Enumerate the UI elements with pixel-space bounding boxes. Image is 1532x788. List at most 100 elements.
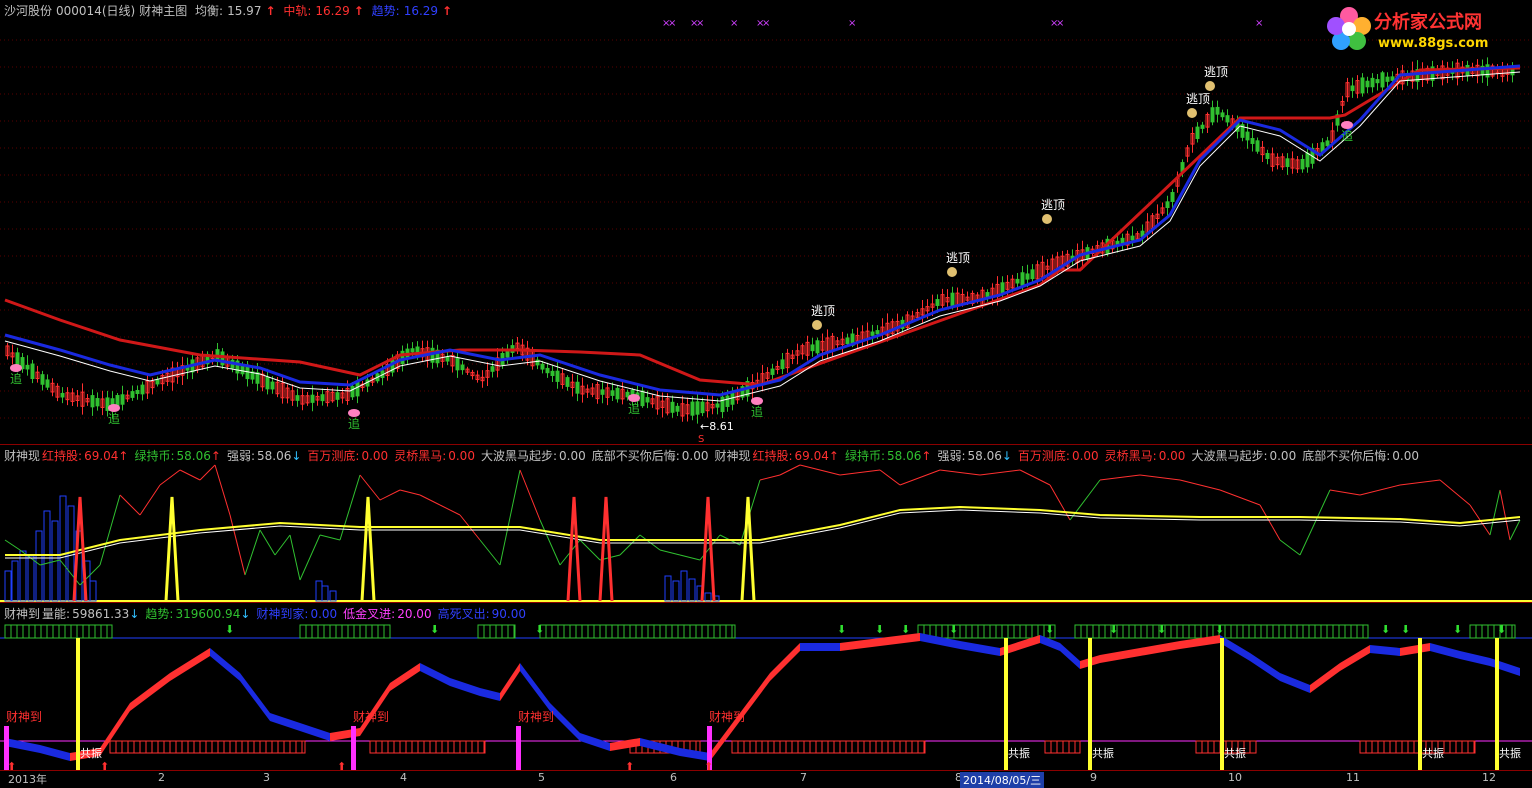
main-candlestick-chart[interactable]: 逃顶逃顶逃顶逃顶逃顶追追 追追 追追←8.61S×× ×× × ×× × ×× × (0, 0, 1532, 444)
candle-body (1370, 77, 1375, 88)
indicator-field: 强弱: (226, 449, 255, 463)
candle-body (1165, 201, 1170, 209)
ribbon-segment (5, 738, 40, 753)
indicator-field: 底部不买你后悔: (591, 449, 680, 463)
money-bag-icon (947, 267, 957, 277)
volume-bar (27, 555, 35, 602)
indicator-field: 底部不买你后悔: (1302, 449, 1391, 463)
chase-label: 追 (108, 411, 120, 426)
candle-body (245, 366, 250, 380)
oscillator-segment (359, 474, 381, 501)
oscillator-segment (274, 534, 291, 556)
money-bag-icon (1042, 214, 1052, 224)
indicator-panel-caishen[interactable]: 财神现 红持股: 69.04↑ 绿持币: 58.06↑ 强弱: 58.06↓ 百万测底: 0.0… (0, 444, 1532, 603)
god-arrives-label: 财神到 (6, 710, 42, 724)
indicator-value: 0.00 (1392, 449, 1419, 463)
indicator-field: 高死叉出: (437, 607, 490, 621)
oscillator-segment (499, 469, 521, 566)
oscillator-segment (1299, 489, 1331, 556)
indicator-field: 强弱: (937, 449, 966, 463)
resonance-band (1469, 624, 1516, 639)
volume-bar (59, 495, 67, 602)
low-price-label: ←8.61 (700, 420, 734, 433)
signal-spike (360, 496, 376, 602)
oscillator-segment (979, 469, 1021, 476)
ribbon-segment (390, 663, 420, 691)
ribbon-segment (40, 745, 70, 761)
candle-body (770, 368, 775, 375)
signal-spike (164, 496, 180, 602)
chase-label: 追 (751, 404, 763, 419)
down-arrow-icon: ↓ (240, 607, 251, 621)
candle-body (845, 337, 850, 345)
oscillator-segment (519, 469, 541, 521)
resonance-band (539, 624, 736, 639)
time-axis-label: 6 (670, 771, 677, 784)
oscillator-segment (139, 484, 161, 516)
candle-body (815, 340, 820, 354)
volume-bar (315, 580, 323, 602)
indicator-panel-caishendao[interactable]: ⬇ ⬇ ⬇ ⬇ ⬇ ⬇ ⬇ ⬇ ⬇ ⬇ ⬇ ⬇ ⬇ ⬇ ⬇ 共振 共振 共振 共振 共振 共振 财神到 财神到 财神到 财神到 ⬆… (0, 602, 1532, 771)
oscillator-segment (1019, 469, 1051, 486)
ribbon-segment (1310, 663, 1340, 693)
candle-body (505, 350, 510, 358)
x-mark-icon: × (848, 18, 856, 29)
ribbon-segment (240, 673, 270, 721)
candle-body (675, 405, 680, 412)
trend-label: 趋势: (371, 4, 400, 18)
candle-body (810, 344, 815, 352)
down-arrow-icon: ⬇ (1109, 623, 1118, 636)
caishendao-indicator-chart[interactable]: ⬇ ⬇ ⬇ ⬇ ⬇ ⬇ ⬇ ⬇ ⬇ ⬇ ⬇ ⬇ ⬇ ⬇ ⬇共振 共振 共振 共振 共振 共振财神到 财神到 财神到 财神到⬆… (0, 603, 1532, 771)
candle-body (610, 390, 615, 396)
ribbon-segment (1100, 648, 1140, 663)
god-arrives-label: 财神到 (709, 710, 745, 724)
ribbon-segment (1490, 658, 1520, 676)
indicator-field: 绿持币: (844, 449, 886, 463)
candle-body (30, 363, 35, 380)
volume-bar (11, 560, 19, 602)
ribbon-segment (270, 713, 300, 731)
caishen-indicator-chart[interactable] (0, 445, 1532, 603)
candle-body (670, 401, 675, 413)
ribbon-segment (800, 643, 840, 651)
diamond-icon (10, 364, 22, 372)
oscillator-segment (939, 469, 981, 476)
candle-body (1025, 273, 1030, 280)
down-arrow-icon: ⬇ (1045, 623, 1054, 636)
indicator-value: 0.00 (1071, 449, 1099, 463)
brand-logo: 分析家公式网 www.88gs.com (1326, 4, 1526, 56)
x-mark-icon: × (730, 18, 738, 29)
candle-body (1200, 124, 1205, 129)
down-arrow-icon: ⬇ (837, 623, 846, 636)
oscillator-segment (1499, 489, 1511, 541)
escape-top-label: 逃顶 (1204, 65, 1228, 79)
oscillator-segment (159, 469, 181, 486)
candle-body (1360, 77, 1365, 94)
oscillator-segment (619, 534, 641, 556)
time-axis: 2013年 2 3 4 5 6 7 8 9 10 11 12 2014/08/05/三 (0, 770, 1532, 788)
oscillator-segment (214, 464, 231, 516)
indicator1-header: 财神现 红持股: 69.04↑ 绿持币: 58.06↑ 强弱: 58.06↓ 百万测底: 0.0… (4, 448, 1425, 464)
candle-body (320, 394, 325, 402)
indicator-value: 0.00 (681, 449, 709, 463)
main-chart-panel[interactable]: 逃顶 逃顶 逃顶 逃顶 逃顶追追追追追追 ←8.61 S × × × × × × × × × × × 沙河股份 00… (0, 0, 1532, 444)
oscillator-segment (4, 539, 21, 551)
ribbon-segment (300, 723, 330, 741)
candle-body (445, 356, 450, 362)
indicator-title: 财神主图 (139, 4, 188, 18)
up-arrow-icon: ↑ (353, 4, 364, 18)
candle-body (1130, 235, 1135, 241)
candle-body (455, 357, 460, 371)
god-arrives-bar (351, 726, 356, 771)
brand-title: 分析家公式网 (1374, 12, 1482, 33)
candle-body (490, 366, 495, 372)
candle-body (600, 389, 605, 395)
ribbon-segment (480, 688, 500, 701)
indicator-value: 0.00 (1269, 449, 1297, 463)
indicator-field: 财神到家: (256, 607, 309, 621)
signal-spike (700, 496, 716, 602)
x-mark-icon: × (696, 18, 704, 29)
resonance-label: 共振 (1092, 746, 1114, 760)
indicator-field: 财神到 (4, 607, 41, 621)
ribbon-segment (1250, 653, 1280, 681)
